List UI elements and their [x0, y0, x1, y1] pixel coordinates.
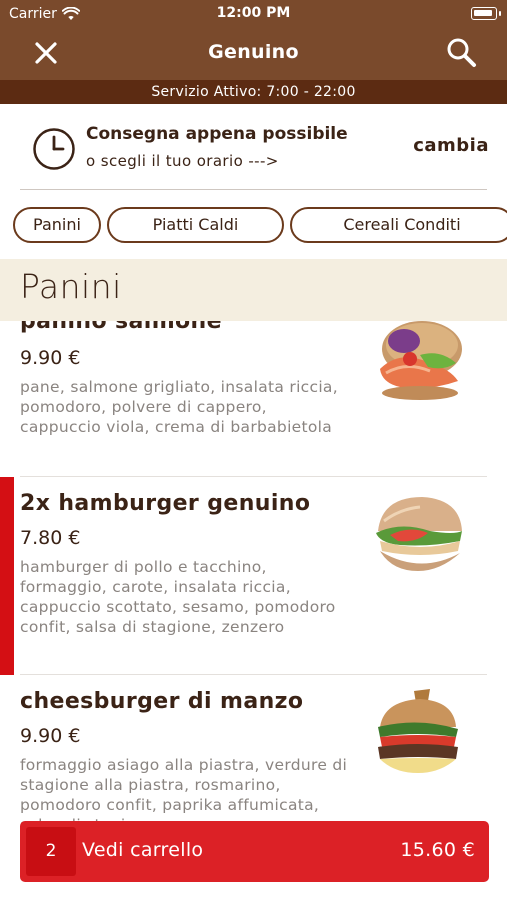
cheeseburger-image: [370, 687, 466, 779]
list-item-selected[interactable]: 2x hamburger genuino 7.80 € hamburger di…: [0, 477, 507, 675]
page-title: Genuino: [208, 41, 299, 63]
list-item[interactable]: panino salmone 9.90 € pane, salmone grig…: [0, 321, 507, 477]
battery-icon: [471, 7, 501, 20]
section-title: Panini: [20, 267, 122, 306]
cart-count-badge: 2: [26, 827, 76, 876]
item-name: cheesburger di manzo: [20, 689, 304, 714]
item-name: panino salmone: [20, 321, 222, 334]
status-bar: Carrier 12:00 PM: [0, 0, 507, 28]
search-icon[interactable]: [445, 36, 479, 70]
hamburger-image: [370, 491, 466, 575]
nav-bar: Genuino: [0, 28, 507, 80]
delivery-subtitle: o scegli il tuo orario --->: [86, 152, 279, 170]
selected-indicator: [0, 477, 14, 675]
menu-list[interactable]: panino salmone 9.90 € pane, salmone grig…: [0, 321, 507, 900]
delivery-title: Consegna appena possibile: [86, 124, 348, 144]
salmon-sandwich-image: [370, 321, 466, 403]
delivery-time-selector[interactable]: Consegna appena possibile o scegli il tu…: [0, 104, 507, 190]
item-price: 7.80 €: [20, 527, 81, 549]
item-name: 2x hamburger genuino: [20, 491, 311, 516]
tab-panini[interactable]: Panini: [13, 207, 101, 243]
view-cart-button[interactable]: 2 Vedi carrello 15.60 €: [20, 821, 489, 882]
category-tabs: Panini Piatti Caldi Cereali Conditi: [0, 207, 507, 243]
cart-label: Vedi carrello: [82, 839, 204, 861]
section-header: Panini: [0, 259, 507, 321]
service-hours-bar: Servizio Attivo: 7:00 - 22:00: [0, 80, 507, 104]
item-price: 9.90 €: [20, 347, 81, 369]
item-price: 9.90 €: [20, 725, 81, 747]
cart-total: 15.60 €: [400, 839, 475, 861]
clock-icon: [32, 127, 76, 171]
item-description: hamburger di pollo e tacchino, formaggio…: [20, 558, 336, 636]
divider: [20, 189, 487, 190]
change-time-button[interactable]: cambia: [413, 135, 489, 156]
tab-piatti-caldi[interactable]: Piatti Caldi: [107, 207, 284, 243]
item-description: pane, salmone grigliato, insalata riccia…: [20, 378, 338, 436]
tab-cereali-conditi[interactable]: Cereali Conditi: [290, 207, 507, 243]
status-time: 12:00 PM: [216, 5, 291, 21]
